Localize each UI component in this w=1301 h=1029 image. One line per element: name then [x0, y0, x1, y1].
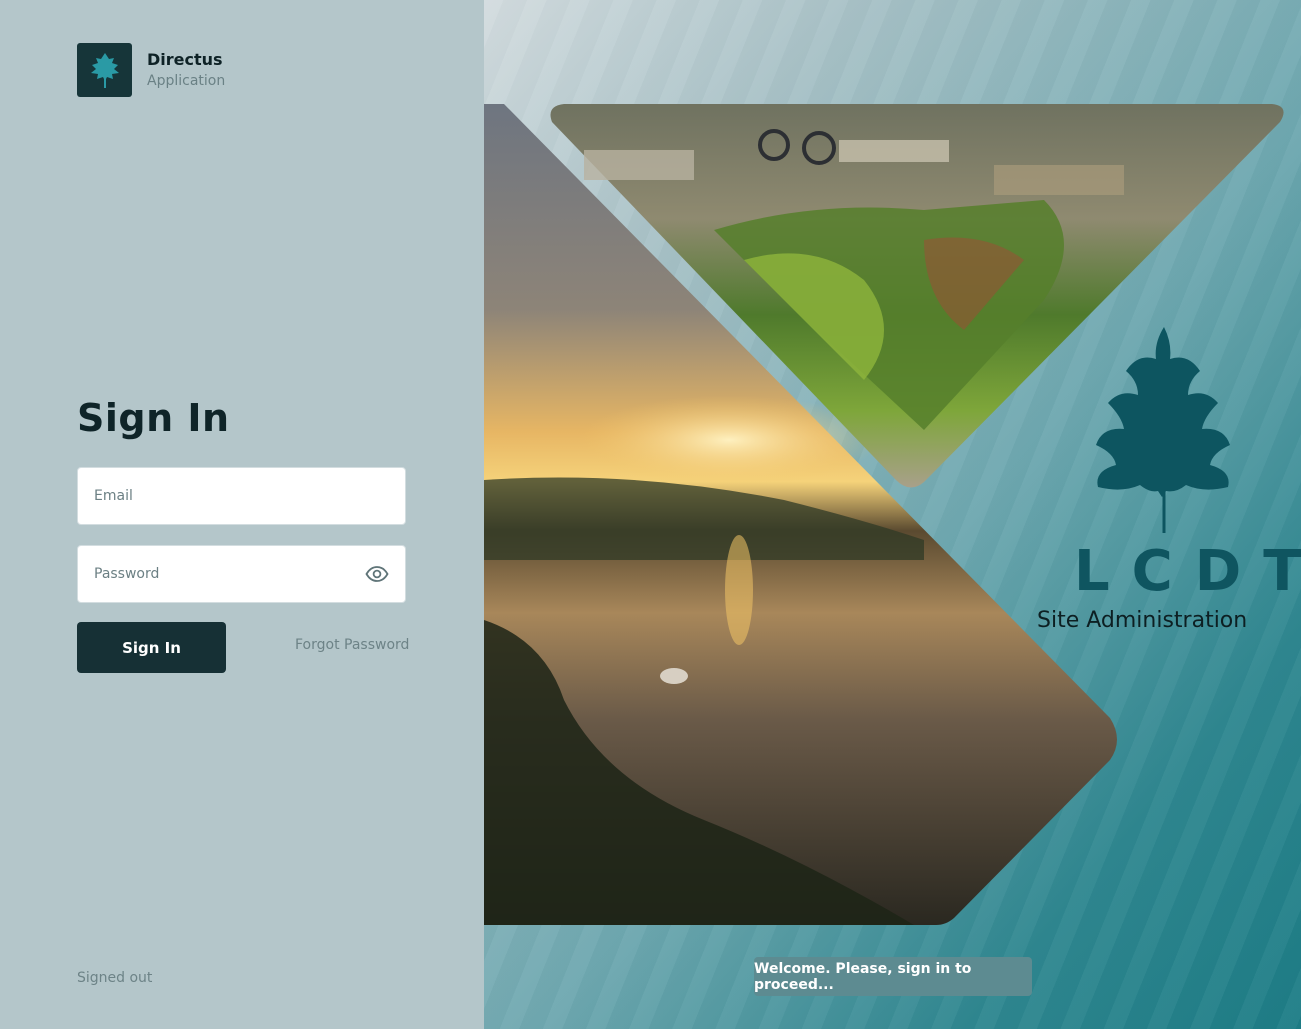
brand-name: Directus: [147, 49, 223, 69]
password-input[interactable]: [94, 566, 365, 582]
auth-status: Signed out: [77, 970, 153, 986]
leaf-icon[interactable]: [77, 43, 132, 97]
forgot-password-link[interactable]: Forgot Password: [295, 637, 409, 653]
email-input[interactable]: [94, 488, 389, 504]
login-panel: Directus Application Sign In Sign In For…: [0, 0, 484, 1029]
email-field[interactable]: [77, 467, 406, 525]
welcome-toast: Welcome. Please, sign in to proceed...: [754, 957, 1032, 996]
page-title: Sign In: [77, 396, 230, 440]
brand: Directus Application: [77, 43, 225, 97]
sign-in-button[interactable]: Sign In: [77, 622, 226, 673]
lcdt-wordmark: LCDT: [1074, 539, 1301, 604]
brand-subtitle: Application: [147, 72, 226, 89]
eye-icon[interactable]: [365, 562, 389, 586]
password-field[interactable]: [77, 545, 406, 603]
oak-leaf-icon: [1096, 327, 1230, 533]
site-administration-label: Site Administration: [1037, 608, 1248, 633]
